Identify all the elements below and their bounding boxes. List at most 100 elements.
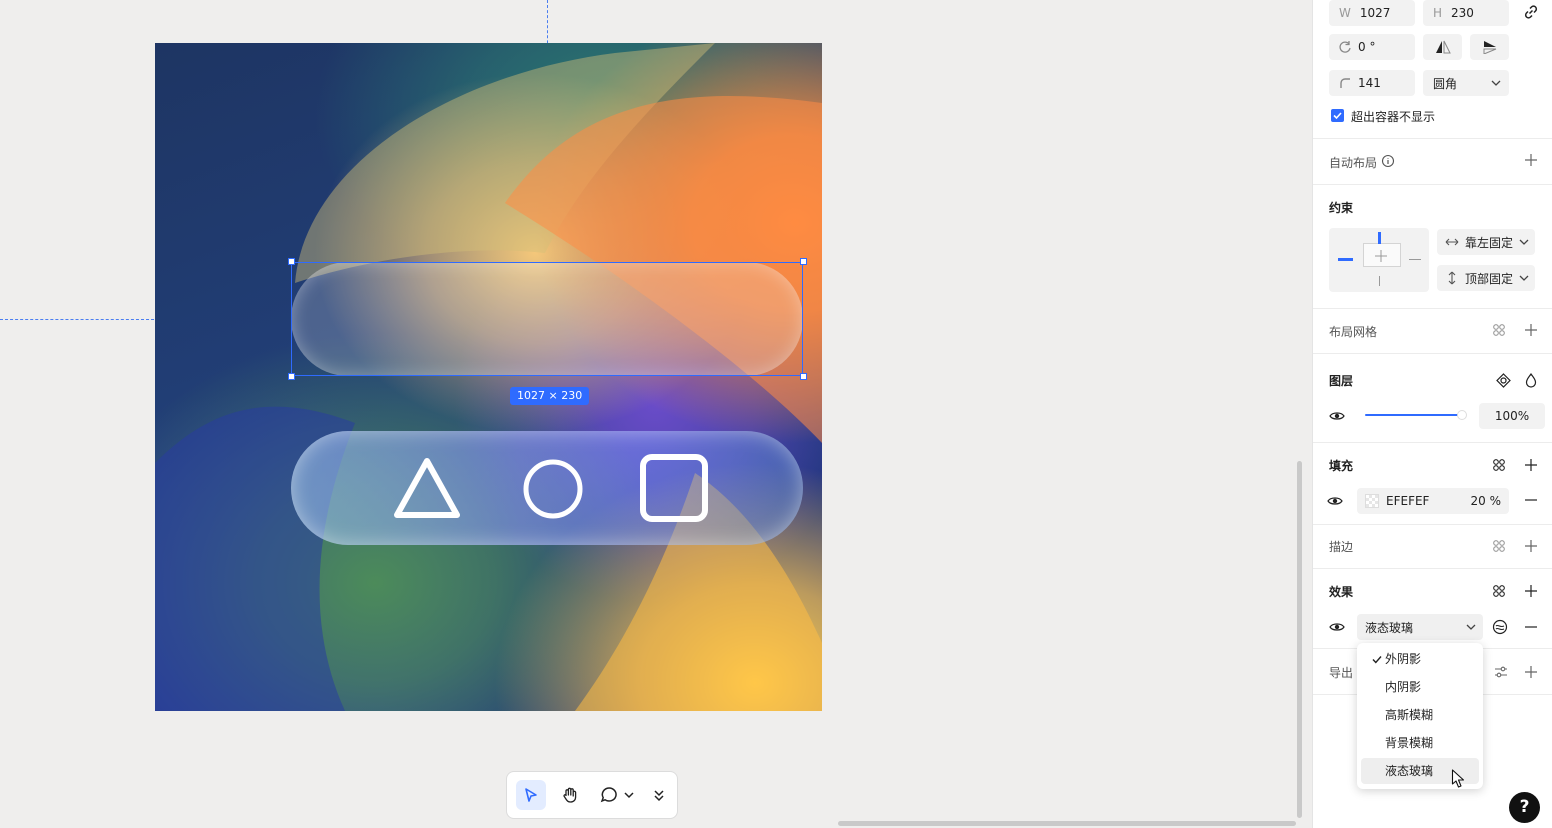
flip-horizontal-button[interactable] <box>1423 34 1462 60</box>
add-export-button[interactable] <box>1521 662 1541 682</box>
effect-type-dropdown: 外阴影 内阴影 高斯模糊 背景模糊 液态玻璃 <box>1357 643 1483 789</box>
menu-item-drop-shadow[interactable]: 外阴影 <box>1361 646 1479 672</box>
eye-icon <box>1327 497 1343 505</box>
effect-settings-button[interactable] <box>1490 617 1510 637</box>
divider <box>1313 184 1552 185</box>
move-tool-button[interactable] <box>516 780 546 810</box>
stroke-styles-button[interactable] <box>1489 536 1509 556</box>
layer-opacity-field[interactable]: 100% <box>1479 403 1545 429</box>
minus-icon <box>1525 499 1537 501</box>
vertical-scrollbar[interactable] <box>1297 461 1302 818</box>
design-canvas[interactable]: 1027 × 230 <box>0 0 1312 828</box>
mouse-cursor-icon <box>1451 769 1465 788</box>
constraint-right[interactable] <box>1409 259 1421 260</box>
clip-content-checkbox[interactable] <box>1331 109 1344 122</box>
opacity-slider-thumb[interactable] <box>1457 410 1467 420</box>
chevron-down-icon <box>1519 275 1529 281</box>
glass-shape-bar[interactable] <box>291 431 803 545</box>
width-value: 1027 <box>1359 6 1391 20</box>
horizontal-arrows-icon <box>1445 238 1459 246</box>
triangle-icon <box>394 458 460 518</box>
corner-radius-field[interactable]: 141 <box>1329 70 1415 96</box>
rotate-icon <box>1339 41 1351 53</box>
menu-item-background-blur[interactable]: 背景模糊 <box>1361 730 1479 756</box>
add-stroke-button[interactable] <box>1521 536 1541 556</box>
add-fill-button[interactable] <box>1521 455 1541 475</box>
constraint-bottom[interactable] <box>1379 276 1380 286</box>
droplet-icon <box>1525 372 1537 388</box>
clip-content-label: 超出容器不显示 <box>1351 110 1436 124</box>
sliders-icon <box>1495 666 1507 678</box>
resize-handle-top-right[interactable] <box>800 258 807 265</box>
circle-icon <box>523 459 583 519</box>
minus-icon <box>1525 626 1537 628</box>
auto-layout-title: 自动布局 <box>1329 156 1378 170</box>
eye-icon <box>1329 623 1345 631</box>
fill-styles-button[interactable] <box>1489 455 1509 475</box>
plus-icon <box>1525 585 1537 597</box>
remove-effect-button[interactable] <box>1521 617 1541 637</box>
divider <box>1313 568 1552 569</box>
layer-visibility-toggle[interactable] <box>1327 406 1347 426</box>
divider <box>1313 353 1552 354</box>
layout-grid-styles-button[interactable] <box>1489 320 1509 340</box>
hand-tool-button[interactable] <box>555 780 585 810</box>
menu-item-inner-shadow[interactable]: 内阴影 <box>1361 674 1479 700</box>
cursor-arrow-icon <box>525 788 537 802</box>
add-auto-layout-button[interactable] <box>1521 150 1541 170</box>
background-artwork <box>155 43 822 711</box>
link-icon <box>1524 5 1538 19</box>
width-field[interactable]: W 1027 <box>1329 0 1415 26</box>
double-chevron-down-icon <box>654 790 664 802</box>
constraints-title: 约束 <box>1329 201 1354 215</box>
flip-vertical-button[interactable] <box>1470 34 1509 60</box>
add-layout-grid-button[interactable] <box>1521 320 1541 340</box>
resize-handle-bottom-left[interactable] <box>288 373 295 380</box>
chevron-down-icon <box>1519 239 1529 245</box>
opacity-mode-button[interactable] <box>1521 370 1541 390</box>
corner-type-select[interactable]: 圆角 <box>1423 70 1509 96</box>
fill-opacity-value[interactable]: 20 <box>1470 494 1485 508</box>
height-field[interactable]: H 230 <box>1423 0 1509 26</box>
help-button[interactable]: ? <box>1509 792 1540 823</box>
artboard-frame[interactable] <box>155 43 822 711</box>
resize-handle-top-left[interactable] <box>288 258 295 265</box>
constraint-top[interactable] <box>1378 232 1381 244</box>
more-tools-button[interactable] <box>649 780 669 810</box>
constraint-left[interactable] <box>1338 258 1353 261</box>
plus-icon <box>1525 154 1537 166</box>
rotation-field[interactable]: 0 ° <box>1329 34 1415 60</box>
effect-styles-button[interactable] <box>1489 581 1509 601</box>
remove-fill-button[interactable] <box>1521 490 1541 510</box>
divider <box>1313 308 1552 309</box>
menu-item-gaussian-blur[interactable]: 高斯模糊 <box>1361 702 1479 728</box>
effect-settings-icon <box>1492 619 1508 635</box>
export-settings-button[interactable] <box>1491 662 1511 682</box>
fill-color-field[interactable]: EFEFEF 20 % <box>1357 488 1509 514</box>
info-icon <box>1381 154 1395 168</box>
opacity-slider-track[interactable] <box>1365 414 1461 416</box>
selection-size-badge: 1027 × 230 <box>510 387 590 405</box>
blend-mode-button[interactable] <box>1493 370 1513 390</box>
eye-icon <box>1329 412 1345 420</box>
comment-tool-button[interactable] <box>595 780 639 810</box>
vertical-constraint-select[interactable]: 顶部固定 <box>1437 265 1535 291</box>
constrain-proportions-button[interactable] <box>1521 2 1541 22</box>
effect-visibility-toggle[interactable] <box>1327 617 1347 637</box>
chevron-down-icon <box>624 792 634 799</box>
constraints-diagram[interactable] <box>1329 228 1429 292</box>
horizontal-constraint-select[interactable]: 靠左固定 <box>1437 229 1535 255</box>
selection-outline <box>291 262 803 376</box>
effect-type-select[interactable]: 液态玻璃 <box>1357 614 1483 640</box>
effects-title: 效果 <box>1329 585 1354 599</box>
fill-color-swatch[interactable] <box>1365 494 1379 508</box>
resize-handle-bottom-right[interactable] <box>800 373 807 380</box>
comment-bubble-icon <box>600 787 617 803</box>
horizontal-scrollbar[interactable] <box>838 821 1296 826</box>
add-effect-button[interactable] <box>1521 581 1541 601</box>
divider <box>1313 524 1552 525</box>
bottom-toolbar <box>506 771 678 819</box>
fill-title: 填充 <box>1329 459 1354 473</box>
fill-visibility-toggle[interactable] <box>1325 491 1345 511</box>
chevron-down-icon <box>1466 624 1476 630</box>
